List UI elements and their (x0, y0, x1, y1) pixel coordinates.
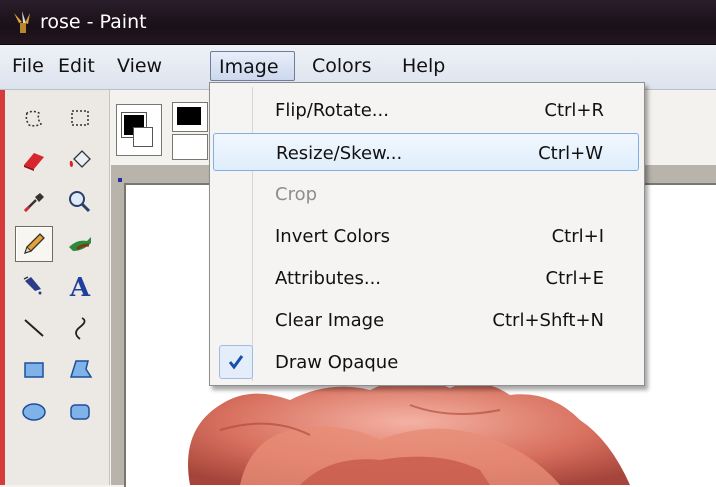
menu-item-shortcut: Ctrl+R (544, 100, 604, 121)
menu-item-label: Clear Image (275, 310, 385, 331)
paint-app-icon (14, 11, 30, 33)
rectangle-icon (24, 362, 44, 378)
tool-text[interactable]: A (61, 268, 99, 304)
ellipse-icon (22, 403, 46, 421)
color-picker-icon (23, 193, 44, 213)
menu-item-draw-opaque[interactable]: Draw Opaque (213, 343, 639, 381)
eraser-icon (24, 153, 44, 171)
menu-file[interactable]: File (4, 51, 52, 81)
menu-item-label: Draw Opaque (275, 352, 399, 373)
line-icon (24, 319, 44, 337)
menu-item-label: Attributes... (275, 268, 382, 289)
text-icon: A (69, 273, 91, 300)
menu-help[interactable]: Help (394, 51, 453, 81)
tool-eraser[interactable] (15, 142, 53, 178)
curve-icon (75, 317, 86, 340)
palette-swatch-white[interactable] (172, 134, 208, 160)
tool-rect-select[interactable] (61, 100, 99, 136)
menu-item-label: Invert Colors (275, 226, 390, 247)
menu-item-label: Crop (275, 184, 318, 205)
canvas-resize-handle[interactable] (118, 178, 122, 182)
tool-rectangle[interactable] (15, 352, 53, 388)
tool-magnifier[interactable] (61, 184, 99, 220)
image-menu-dropdown: Flip/Rotate... Ctrl+R Resize/Skew... Ctr… (209, 82, 645, 386)
tool-free-form-select[interactable] (15, 100, 53, 136)
menu-item-resize-skew[interactable]: Resize/Skew... Ctrl+W (213, 133, 639, 171)
fill-bucket-icon (69, 150, 91, 168)
tool-color-picker[interactable] (15, 184, 53, 220)
menu-item-shortcut: Ctrl+W (538, 143, 603, 164)
menu-item-crop[interactable]: Crop (213, 175, 639, 213)
menu-item-label: Resize/Skew... (276, 143, 403, 164)
airbrush-icon (23, 276, 42, 295)
menu-item-invert-colors[interactable]: Invert Colors Ctrl+I (213, 217, 639, 255)
menu-item-clear-image[interactable]: Clear Image Ctrl+Shft+N (213, 301, 639, 339)
checkmark-icon (228, 355, 244, 370)
toolbox: A (5, 90, 110, 485)
background-color-swatch (133, 127, 153, 147)
tool-pencil[interactable] (15, 226, 53, 262)
menu-colors[interactable]: Colors (304, 51, 380, 81)
svg-text:A: A (69, 273, 91, 300)
tool-airbrush[interactable] (15, 268, 53, 304)
polygon-icon (69, 360, 93, 378)
color-palette (112, 96, 216, 160)
tool-rounded-rectangle[interactable] (61, 394, 99, 430)
menu-image[interactable]: Image (210, 51, 295, 81)
current-colors-box[interactable] (116, 104, 162, 156)
menu-item-shortcut: Ctrl+E (545, 268, 604, 289)
pencil-icon (23, 233, 45, 255)
menu-item-shortcut: Ctrl+I (551, 226, 604, 247)
menu-item-flip-rotate[interactable]: Flip/Rotate... Ctrl+R (213, 91, 639, 129)
tool-curve[interactable] (61, 310, 99, 346)
tool-brush[interactable] (61, 226, 99, 262)
tool-line[interactable] (15, 310, 53, 346)
title-bar: rose - Paint (0, 0, 716, 45)
rounded-rectangle-icon (70, 404, 90, 420)
menu-item-attributes[interactable]: Attributes... Ctrl+E (213, 259, 639, 297)
free-form-select-icon (25, 110, 43, 127)
tool-polygon[interactable] (61, 352, 99, 388)
menu-item-label: Flip/Rotate... (275, 100, 389, 121)
tool-fill[interactable] (61, 142, 99, 178)
checkmark-box (219, 345, 253, 379)
rect-select-icon (71, 110, 89, 126)
menu-edit[interactable]: Edit (50, 51, 103, 81)
magnifier-icon (69, 191, 91, 213)
tool-ellipse[interactable] (15, 394, 53, 430)
window-title: rose - Paint (40, 11, 147, 33)
palette-swatch-black[interactable] (172, 102, 208, 132)
menu-view[interactable]: View (109, 51, 170, 81)
brush-icon (69, 237, 91, 251)
menu-item-shortcut: Ctrl+Shft+N (492, 310, 604, 331)
